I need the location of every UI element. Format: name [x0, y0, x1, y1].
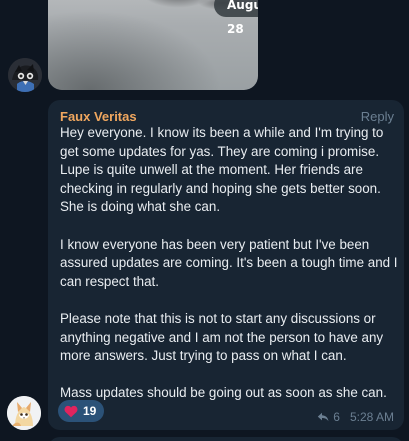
- forward-icon: [318, 412, 329, 422]
- message-time: 5:28 AM: [349, 410, 394, 424]
- message-paragraph: I know everyone has been very patient bu…: [60, 236, 398, 289]
- chat-view: August 28 Faux Veritas Reply Hey everyon…: [0, 0, 409, 441]
- avatar[interactable]: [7, 396, 41, 430]
- message-meta: 6 5:28 AM: [317, 410, 394, 424]
- reaction-count: 19: [83, 404, 97, 418]
- message-text: Hey everyone. I know its been a while an…: [60, 124, 398, 422]
- avatar-image-icon: [7, 396, 41, 430]
- forward-count: 6: [333, 410, 340, 424]
- message-bubble[interactable]: Faux Veritas Reply Hey everyone. I know …: [48, 100, 404, 430]
- next-message-bubble[interactable]: [48, 437, 404, 441]
- reply-button[interactable]: Reply: [361, 109, 394, 124]
- reaction-chip[interactable]: 19: [58, 400, 105, 422]
- message-paragraph: Hey everyone. I know its been a while an…: [60, 125, 384, 215]
- sender-name[interactable]: Faux Veritas: [60, 109, 137, 124]
- photo-message[interactable]: August 28: [48, 0, 258, 90]
- avatar-image-icon: [8, 58, 42, 92]
- avatar[interactable]: [8, 58, 42, 92]
- message-paragraph: Mass updates should be going out as soon…: [60, 385, 387, 401]
- date-badge[interactable]: August 28: [214, 0, 258, 36]
- heart-icon: [64, 405, 78, 417]
- message-paragraph: Please note that this is not to start an…: [60, 310, 384, 364]
